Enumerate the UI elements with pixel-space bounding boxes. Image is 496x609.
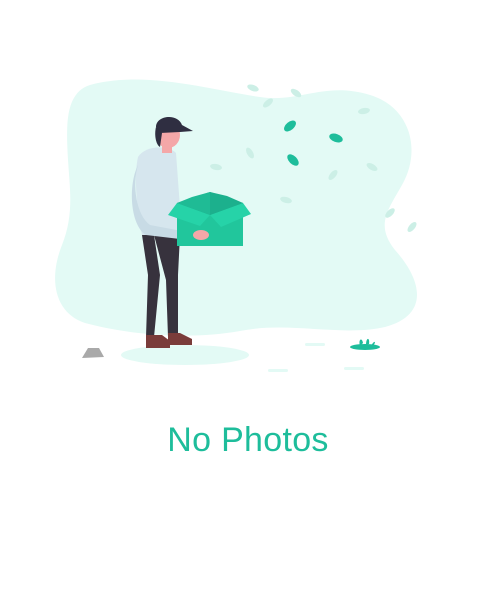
rock xyxy=(82,348,104,358)
ground-dashes xyxy=(268,343,364,372)
no-photos-title: No Photos xyxy=(167,421,329,459)
shadow-ellipse xyxy=(121,345,249,365)
plant xyxy=(350,338,380,350)
empty-box-illustration-icon xyxy=(55,79,418,372)
empty-state: No Photos xyxy=(0,0,496,609)
